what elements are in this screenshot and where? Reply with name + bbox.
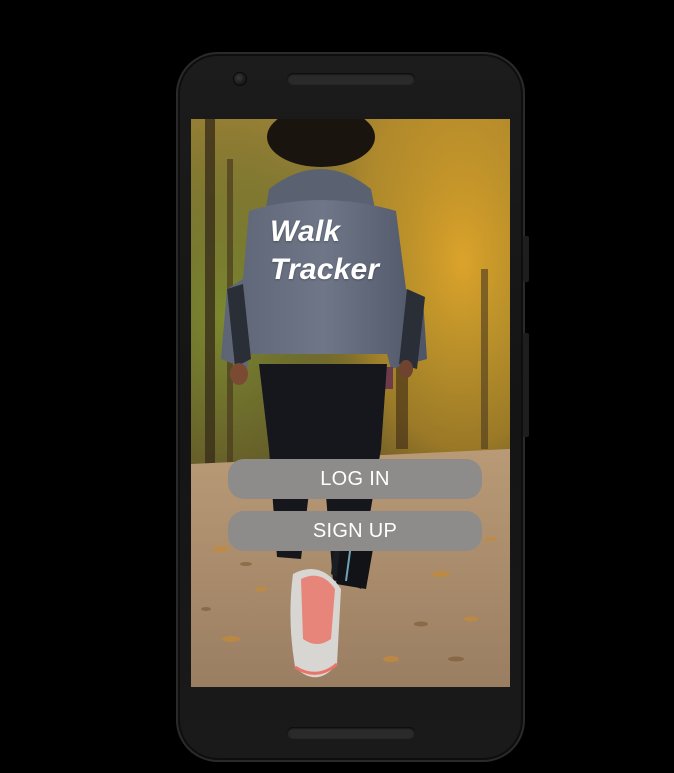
login-button[interactable]: LOG IN: [228, 459, 482, 499]
front-camera-icon: [234, 73, 246, 85]
app-title: Walk Tracker: [270, 213, 379, 289]
app-title-line-2: Tracker: [270, 253, 380, 286]
bottom-speaker: [287, 727, 415, 739]
device-stage: Walk Tracker LOG IN SIGN UP: [0, 0, 674, 773]
volume-button: [523, 333, 529, 437]
jogger-background-image: [191, 119, 510, 687]
earpiece-speaker: [287, 73, 415, 85]
signup-button[interactable]: SIGN UP: [228, 511, 482, 551]
power-button: [523, 236, 529, 282]
app-title-line-1: Walk: [270, 215, 341, 248]
app-screen: Walk Tracker LOG IN SIGN UP: [191, 119, 510, 687]
